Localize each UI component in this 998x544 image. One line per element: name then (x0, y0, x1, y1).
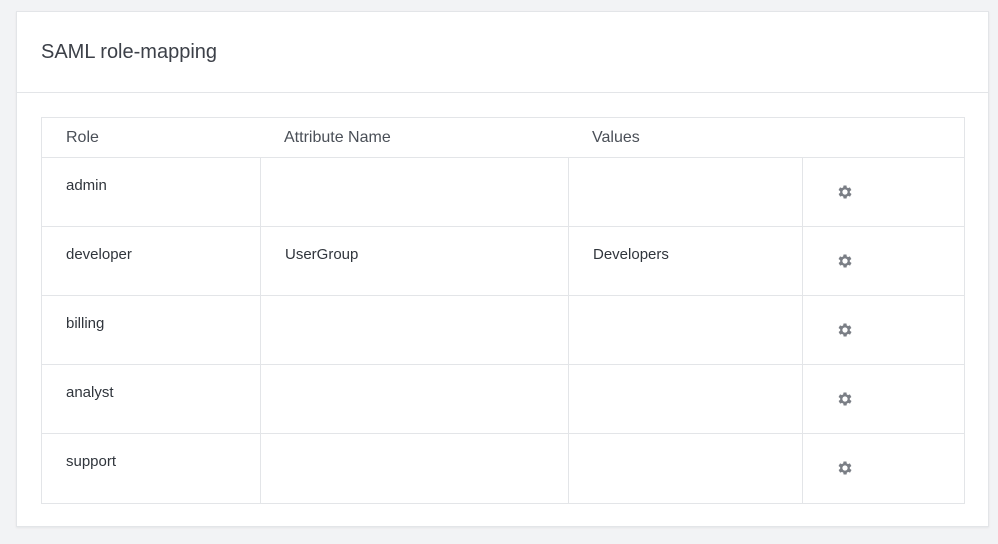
role-name: admin (66, 177, 107, 194)
attribute-name: UserGroup (285, 246, 359, 263)
panel-header: SAML role-mapping (17, 12, 988, 93)
table-row: developer UserGroup Developers (42, 227, 964, 296)
values-cell (568, 365, 802, 433)
attribute-name-cell: UserGroup (260, 227, 568, 295)
role-mapping-table: Role Attribute Name Values admin develop… (41, 117, 965, 504)
values-cell (568, 296, 802, 364)
actions-cell (802, 296, 964, 364)
saml-role-mapping-panel: SAML role-mapping Role Attribute Name Va… (16, 11, 989, 527)
table-row: billing (42, 296, 964, 365)
settings-button[interactable] (835, 389, 855, 409)
gear-icon[interactable] (836, 183, 854, 201)
column-header-values: Values (592, 129, 640, 146)
column-header-attribute-name: Attribute Name (284, 129, 391, 146)
role-cell: support (42, 434, 260, 503)
settings-button[interactable] (835, 320, 855, 340)
settings-button[interactable] (835, 251, 855, 271)
role-cell: billing (42, 296, 260, 364)
role-name: analyst (66, 384, 114, 401)
attribute-values: Developers (593, 246, 669, 263)
role-name: support (66, 453, 117, 470)
attribute-name-cell (260, 365, 568, 433)
values-cell: Developers (568, 227, 802, 295)
gear-icon[interactable] (836, 252, 854, 270)
role-name: developer (66, 246, 132, 263)
settings-button[interactable] (835, 182, 855, 202)
attribute-name-cell (260, 158, 568, 226)
table-header-row: Role Attribute Name Values (42, 118, 964, 158)
role-cell: developer (42, 227, 260, 295)
table-row: analyst (42, 365, 964, 434)
actions-cell (802, 227, 964, 295)
actions-cell (802, 434, 964, 503)
attribute-name-cell (260, 434, 568, 503)
column-header-role: Role (66, 129, 99, 146)
table-row: support (42, 434, 964, 503)
attribute-name-cell (260, 296, 568, 364)
actions-cell (802, 365, 964, 433)
page-title: SAML role-mapping (41, 41, 218, 63)
settings-button[interactable] (835, 458, 855, 478)
actions-cell (802, 158, 964, 226)
table-row: admin (42, 158, 964, 227)
values-cell (568, 434, 802, 503)
gear-icon[interactable] (836, 390, 854, 408)
gear-icon[interactable] (836, 321, 854, 339)
role-cell: admin (42, 158, 260, 226)
role-name: billing (66, 315, 105, 332)
gear-icon[interactable] (836, 459, 854, 477)
role-cell: analyst (42, 365, 260, 433)
values-cell (568, 158, 802, 226)
